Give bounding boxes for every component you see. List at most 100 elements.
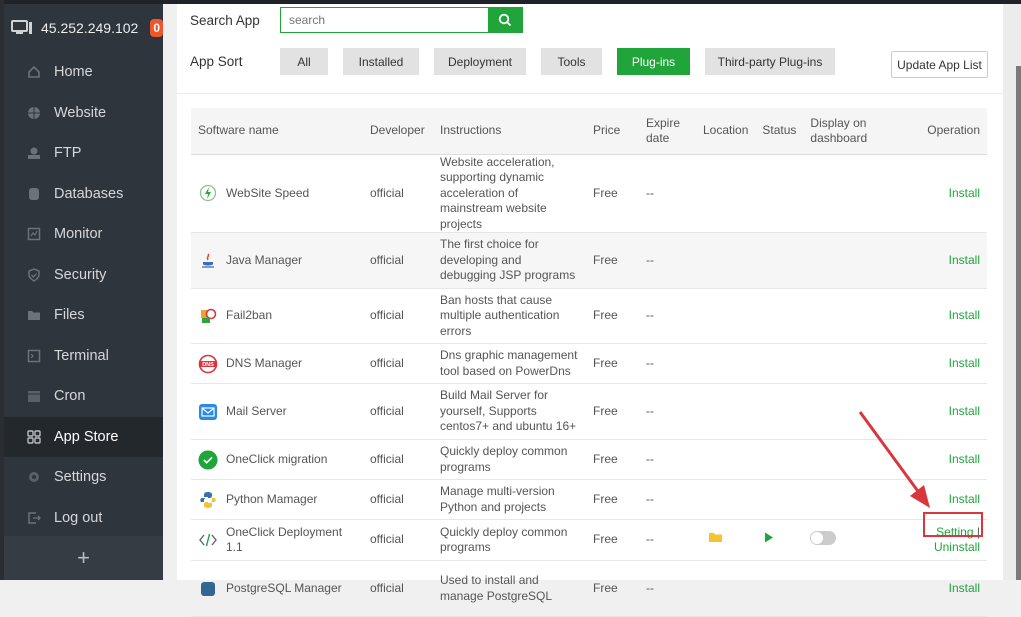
install-link[interactable]: Install xyxy=(949,404,980,418)
ftp-icon xyxy=(26,145,42,161)
java-icon xyxy=(198,251,218,271)
sidebar-item-label: Settings xyxy=(54,469,107,486)
sidebar-item-ftp[interactable]: FTP xyxy=(4,133,163,174)
server-ip: 45.252.249.102 xyxy=(41,20,139,36)
table-row: OneClick migration official Quickly depl… xyxy=(191,439,987,480)
add-server-button[interactable]: + xyxy=(4,536,163,580)
app-expire: -- xyxy=(639,154,696,233)
sidebar-item-security[interactable]: Security xyxy=(4,255,163,296)
sort-row: App Sort All Installed Deployment Tools … xyxy=(190,48,850,75)
app-expire: -- xyxy=(639,439,696,480)
app-name: WebSite Speed xyxy=(226,185,310,200)
sort-plugins-button[interactable]: Plug-ins xyxy=(617,48,690,75)
sort-deployment-button[interactable]: Deployment xyxy=(434,48,526,75)
sidebar-menu: Home Website FTP Databases Monitor Secur… xyxy=(4,52,163,538)
install-link[interactable]: Install xyxy=(949,253,980,267)
app-developer: official xyxy=(363,288,433,344)
sidebar-item-terminal[interactable]: Terminal xyxy=(4,336,163,377)
app-instructions: Build Mail Server for yourself, Supports… xyxy=(433,383,586,440)
dashboard-toggle[interactable] xyxy=(810,530,837,545)
globe-icon xyxy=(26,105,42,121)
sidebar-item-website[interactable]: Website xyxy=(4,93,163,134)
sort-tools-button[interactable]: Tools xyxy=(541,48,602,75)
divider xyxy=(177,93,1003,94)
app-name: PostgreSQL Manager xyxy=(226,580,342,595)
svg-text:DNS: DNS xyxy=(202,362,214,368)
sidebar-item-monitor[interactable]: Monitor xyxy=(4,214,163,255)
sort-all-button[interactable]: All xyxy=(280,48,328,75)
mail-icon xyxy=(198,402,218,422)
sidebar-item-databases[interactable]: Databases xyxy=(4,174,163,215)
install-link[interactable]: Install xyxy=(949,308,980,322)
app-price: Free xyxy=(586,479,639,520)
app-name: OneClick Deployment 1.1 xyxy=(226,524,343,555)
app-developer: official xyxy=(363,560,433,617)
open-folder-icon[interactable] xyxy=(703,532,723,548)
table-row: Fail2ban official Ban hosts that cause m… xyxy=(191,288,987,344)
app-price: Free xyxy=(586,343,639,384)
dns-icon: DNS xyxy=(198,354,218,374)
sidebar-item-logout[interactable]: Log out xyxy=(4,498,163,539)
app-instructions: Dns graphic management tool based on Pow… xyxy=(433,343,586,384)
search-icon xyxy=(498,13,512,27)
app-developer: official xyxy=(363,154,433,233)
table-row: Java Manager official The first choice f… xyxy=(191,232,987,289)
table-row: DNS DNS Manager official Dns graphic mana… xyxy=(191,343,987,384)
sidebar-item-label: Terminal xyxy=(54,347,109,364)
install-link[interactable]: Install xyxy=(949,452,980,466)
gear-icon xyxy=(26,469,42,485)
terminal-icon xyxy=(26,348,42,364)
grid-icon xyxy=(26,429,42,445)
notification-badge[interactable]: 0 xyxy=(150,19,163,37)
sort-third-party-plugins-button[interactable]: Third-party Plug-ins xyxy=(705,48,835,75)
col-operation: Operation xyxy=(891,108,987,155)
code-icon xyxy=(198,530,218,550)
col-expire-date: Expire date xyxy=(639,108,696,155)
app-expire: -- xyxy=(639,479,696,520)
table-row: OneClick Deployment 1.1 official Quickly… xyxy=(191,519,987,561)
scrollbar-thumb[interactable] xyxy=(1016,66,1021,580)
sidebar-item-label: Cron xyxy=(54,388,86,405)
app-name: DNS Manager xyxy=(226,355,303,370)
uninstall-link[interactable]: Uninstall xyxy=(934,540,980,554)
app-name: OneClick migration xyxy=(226,451,328,466)
monitor-icon xyxy=(26,226,42,242)
sort-installed-button[interactable]: Installed xyxy=(343,48,419,75)
folder-icon xyxy=(26,307,42,323)
install-link[interactable]: Install xyxy=(949,356,980,370)
install-link[interactable]: Install xyxy=(949,186,980,200)
app-instructions: Used to install and manage PostgreSQL xyxy=(433,560,586,617)
search-button[interactable] xyxy=(488,8,522,32)
search-input[interactable] xyxy=(281,8,488,32)
sidebar-item-label: Website xyxy=(54,104,107,121)
install-link[interactable]: Install xyxy=(949,492,980,506)
sidebar-item-label: Home xyxy=(54,64,93,81)
running-status-icon[interactable] xyxy=(762,532,774,548)
search-label: Search App xyxy=(190,12,260,28)
app-name: Java Manager xyxy=(226,252,303,267)
sidebar-item-label: Files xyxy=(54,307,85,324)
app-developer: official xyxy=(363,232,433,289)
sidebar-item-home[interactable]: Home xyxy=(4,52,163,93)
fail2ban-icon xyxy=(198,306,218,326)
sidebar-item-cron[interactable]: Cron xyxy=(4,376,163,417)
check-circle-icon xyxy=(198,449,218,470)
app-expire: -- xyxy=(639,343,696,384)
app-store-panel: Search App App Sort All Installed Deploy… xyxy=(177,4,1003,617)
sidebar-item-label: Monitor xyxy=(54,226,103,243)
app-expire: -- xyxy=(639,232,696,289)
update-app-list-button[interactable]: Update App List xyxy=(891,51,988,78)
sidebar-item-app-store[interactable]: App Store xyxy=(4,416,163,457)
home-icon xyxy=(26,64,42,80)
sidebar-item-settings[interactable]: Settings xyxy=(4,457,163,498)
python-icon xyxy=(198,490,218,510)
sidebar-item-files[interactable]: Files xyxy=(4,295,163,336)
install-link[interactable]: Install xyxy=(949,581,980,595)
app-name: Mail Server xyxy=(226,403,287,418)
app-expire: -- xyxy=(639,519,696,561)
app-price: Free xyxy=(586,154,639,233)
app-name: Fail2ban xyxy=(226,308,273,323)
app-expire: -- xyxy=(639,560,696,617)
col-software-name: Software name xyxy=(191,108,363,155)
col-status: Status xyxy=(755,108,804,155)
